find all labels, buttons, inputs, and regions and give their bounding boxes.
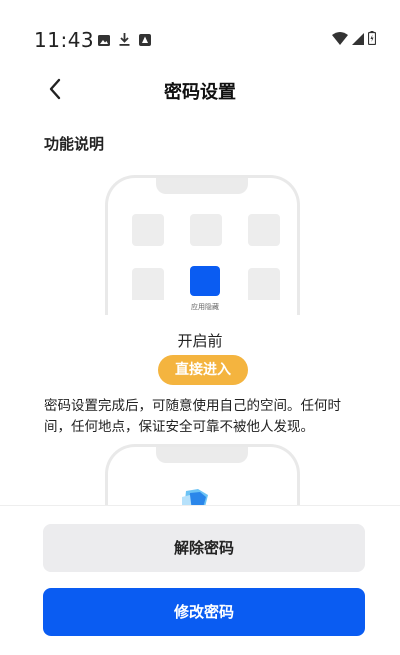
status-time: 11:43	[34, 28, 95, 52]
app-tile-placeholder	[132, 268, 164, 300]
bottom-action-panel: 解除密码 修改密码	[0, 505, 400, 655]
remove-password-button[interactable]: 解除密码	[43, 524, 365, 572]
app-tile-placeholder	[190, 214, 222, 246]
page-title: 密码设置	[164, 82, 236, 103]
before-label: 开启前	[177, 332, 223, 350]
signal-icon	[352, 30, 364, 49]
notification-icon	[139, 31, 151, 50]
status-bar: 11:43	[0, 0, 400, 70]
change-password-button[interactable]: 修改密码	[43, 588, 365, 636]
nav-bar: 密码设置	[0, 70, 400, 110]
battery-icon	[367, 30, 377, 49]
image-icon	[98, 31, 110, 50]
feature-description: 密码设置完成后，可随意使用自己的空间。任何时间，任何地点，保证安全可靠不被他人发…	[44, 398, 341, 435]
direct-enter-badge: 直接进入	[158, 355, 248, 385]
section-title: 功能说明	[44, 135, 105, 153]
app-tile-placeholder	[132, 214, 164, 246]
download-icon	[119, 31, 130, 50]
shield-icon	[178, 487, 212, 506]
phone-notch	[156, 178, 248, 194]
phone-illustration-secondary	[105, 444, 300, 506]
phone-illustration: 应用隐藏	[105, 175, 300, 315]
wifi-icon	[332, 30, 348, 49]
app-tile-placeholder	[248, 214, 280, 246]
phone-notch	[156, 447, 248, 463]
hidden-app-icon	[190, 266, 220, 296]
app-tile-placeholder	[248, 268, 280, 300]
status-system-icons	[332, 30, 377, 49]
hidden-app-label: 应用隐藏	[191, 303, 219, 311]
status-notification-icons	[98, 31, 151, 50]
